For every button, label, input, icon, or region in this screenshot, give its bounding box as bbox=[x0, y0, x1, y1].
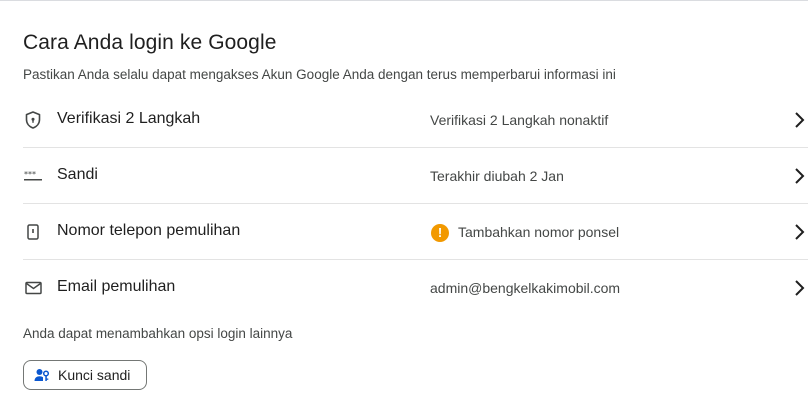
row-label: Verifikasi 2 Langkah bbox=[57, 110, 201, 127]
row-value: Tambahkan nomor ponsel bbox=[458, 224, 620, 240]
warning-icon: ! bbox=[431, 224, 449, 242]
row-label: Sandi bbox=[57, 166, 98, 183]
section-title: Cara Anda login ke Google bbox=[23, 31, 277, 54]
password-dots-icon: *** bbox=[23, 166, 43, 186]
person-key-icon bbox=[34, 369, 50, 381]
row-label: Email pemulihan bbox=[57, 278, 176, 295]
chevron-right-icon bbox=[793, 166, 807, 186]
row-value: Terakhir diubah 2 Jan bbox=[430, 168, 564, 184]
signin-section-card: Cara Anda login ke Google Pastikan Anda … bbox=[0, 0, 808, 415]
shield-icon bbox=[23, 110, 43, 130]
add-signin-options-note: Anda dapat menambahkan opsi login lainny… bbox=[23, 326, 293, 341]
mail-icon bbox=[23, 278, 43, 298]
section-subtitle: Pastikan Anda selalu dapat mengakses Aku… bbox=[23, 67, 616, 82]
passkey-button[interactable]: Kunci sandi bbox=[23, 360, 147, 390]
svg-text:***: *** bbox=[24, 171, 36, 179]
row-value: Verifikasi 2 Langkah nonaktif bbox=[430, 112, 609, 128]
row-2-step-verification[interactable]: Verifikasi 2 Langkah Verifikasi 2 Langka… bbox=[0, 92, 808, 148]
row-recovery-email[interactable]: Email pemulihan admin@bengkelkakimobil.c… bbox=[0, 260, 808, 316]
phone-icon bbox=[23, 222, 43, 242]
chevron-right-icon bbox=[793, 222, 807, 242]
row-recovery-phone[interactable]: Nomor telepon pemulihan ! Tambahkan nomo… bbox=[0, 204, 808, 260]
row-label: Nomor telepon pemulihan bbox=[57, 222, 241, 239]
row-password[interactable]: *** Sandi Terakhir diubah 2 Jan bbox=[0, 148, 808, 204]
chevron-right-icon bbox=[793, 110, 807, 130]
row-value: admin@bengkelkakimobil.com bbox=[430, 280, 621, 296]
passkey-button-label: Kunci sandi bbox=[58, 367, 131, 383]
chevron-right-icon bbox=[793, 278, 807, 298]
